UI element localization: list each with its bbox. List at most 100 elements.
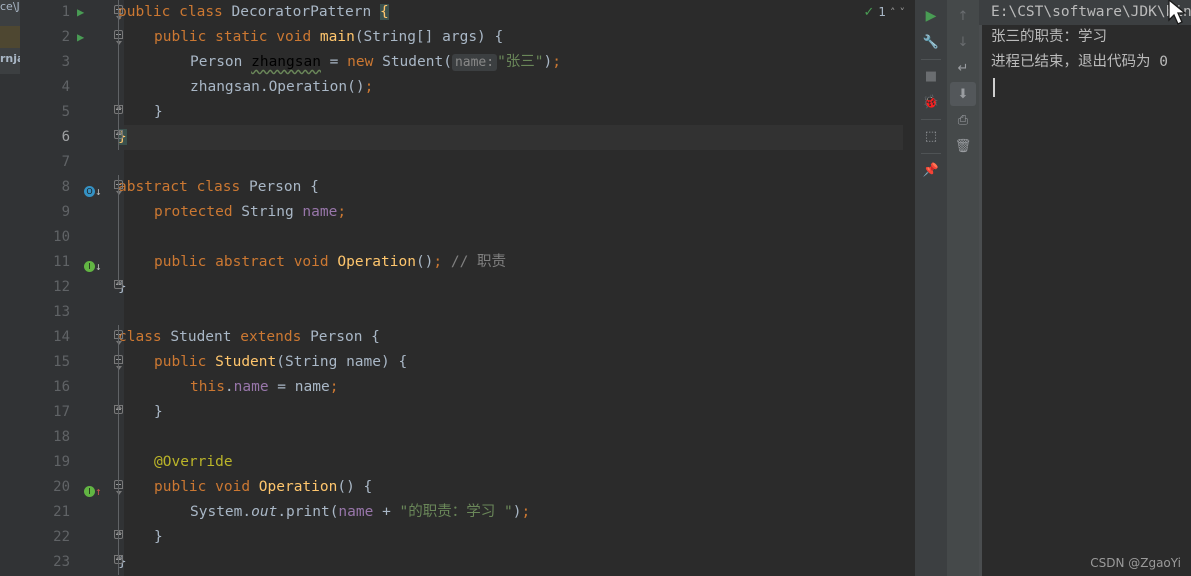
chevron-up-icon[interactable]: ˄ bbox=[890, 6, 896, 19]
code-token: abstract bbox=[118, 179, 188, 195]
line-number: 19 bbox=[53, 454, 70, 470]
line-number: 23 bbox=[53, 554, 70, 570]
code-token: out bbox=[251, 504, 278, 520]
code-line[interactable]: zhangsan.Operation(); bbox=[190, 75, 373, 100]
implemented-by-icon[interactable]: O ↓ bbox=[84, 175, 106, 200]
code-token: () { bbox=[337, 479, 373, 495]
line-number: 10 bbox=[53, 229, 70, 245]
run-gutter-icon[interactable]: ▶ bbox=[77, 0, 91, 25]
run-gutter-icon[interactable]: ▶ bbox=[77, 25, 91, 50]
code-token: Operation bbox=[337, 254, 416, 270]
code-token: extends bbox=[240, 329, 302, 345]
scroll-up-button[interactable]: ↑ bbox=[950, 4, 976, 28]
line-number: 17 bbox=[53, 404, 70, 420]
code-line[interactable]: System.out.print(name + "的职责：学习 "); bbox=[190, 500, 530, 525]
line-number: 2 bbox=[61, 29, 70, 45]
code-token: System. bbox=[190, 504, 252, 520]
line-number: 18 bbox=[53, 429, 70, 445]
code-line[interactable]: @Override bbox=[154, 450, 233, 475]
code-line[interactable]: public abstract void Operation(); // 职责 bbox=[154, 250, 506, 275]
code-token: Person bbox=[190, 54, 252, 70]
line-number: 22 bbox=[53, 529, 70, 545]
line-number: 12 bbox=[53, 279, 70, 295]
code-token: public bbox=[154, 29, 207, 45]
console-splitter[interactable] bbox=[979, 0, 982, 576]
idea-window: ce\J rnjav public class DecoratorPattern… bbox=[0, 0, 1191, 576]
code-text-area[interactable]: public class DecoratorPattern {public st… bbox=[112, 0, 915, 576]
soft-wrap-button[interactable]: ↵ bbox=[950, 56, 976, 80]
code-token: Student( bbox=[373, 54, 452, 70]
line-number: 4 bbox=[61, 79, 70, 95]
fold-connector-line bbox=[118, 175, 119, 285]
marker-arrow-icon: ↓ bbox=[95, 185, 102, 198]
console-output-line: 张三的职责：学习 bbox=[991, 29, 1107, 45]
console-output-line: 进程已结束，退出代码为 0 bbox=[991, 54, 1168, 70]
code-token: ; bbox=[337, 204, 347, 220]
code-token: name bbox=[338, 504, 374, 520]
code-line[interactable]: } bbox=[154, 400, 163, 425]
project-selected-row[interactable] bbox=[0, 26, 20, 48]
code-token: zhangsan.Operation() bbox=[190, 79, 365, 95]
project-file-fragment[interactable]: rnjav bbox=[0, 52, 20, 66]
code-line[interactable]: public class DecoratorPattern { bbox=[118, 0, 389, 25]
run-console[interactable]: E:\CST\software\JDK\bin\j 张三的职责：学习 进程已结束… bbox=[979, 0, 1191, 576]
code-editor[interactable]: public class DecoratorPattern {public st… bbox=[20, 0, 915, 576]
scroll-to-end-button[interactable]: ⬇ bbox=[950, 82, 976, 106]
code-line[interactable]: class Student extends Person { bbox=[118, 325, 380, 350]
code-token: name bbox=[233, 379, 269, 395]
pin-tab-button[interactable]: 📌 bbox=[918, 158, 944, 182]
code-token: String bbox=[232, 204, 303, 220]
scroll-down-button[interactable]: ↓ bbox=[950, 30, 976, 54]
line-number: 11 bbox=[53, 254, 70, 270]
line-number: 14 bbox=[53, 329, 70, 345]
run-toolbar-primary[interactable]: ▶ 🔧 ■ 🐞 ⬚ 📌 bbox=[915, 0, 947, 576]
code-token: name bbox=[302, 204, 338, 220]
settings-wrench-icon[interactable]: 🔧 bbox=[918, 30, 944, 54]
console-command-line: E:\CST\software\JDK\bin\j bbox=[979, 0, 1191, 25]
code-line[interactable]: public static void main(String[] args) { bbox=[154, 25, 503, 50]
run-toolbar-secondary[interactable]: ↑ ↓ ↵ ⬇ ⎙ 🗑 bbox=[947, 0, 979, 576]
chevron-down-icon[interactable]: ˅ bbox=[900, 6, 906, 19]
print-button[interactable]: ⎙ bbox=[950, 108, 976, 132]
code-token: ; bbox=[552, 54, 562, 70]
line-number: 8 bbox=[61, 179, 70, 195]
code-token: public bbox=[154, 354, 207, 370]
rerun-button[interactable]: ▶ bbox=[918, 4, 944, 28]
code-token: public bbox=[154, 479, 207, 495]
project-panel-body bbox=[0, 74, 20, 576]
code-token: } bbox=[154, 529, 163, 545]
implementing-method-icon[interactable]: I ↑ bbox=[84, 475, 106, 500]
code-line[interactable]: public Student(String name) { bbox=[154, 350, 407, 375]
code-token: new bbox=[347, 54, 374, 70]
code-token: . bbox=[224, 379, 234, 395]
fold-connector-line bbox=[118, 0, 119, 150]
code-token: this bbox=[190, 379, 225, 395]
code-token: Student bbox=[161, 329, 241, 345]
code-token: = bbox=[320, 54, 348, 70]
code-line[interactable]: public void Operation() { bbox=[154, 475, 372, 500]
fold-connector-line bbox=[118, 325, 119, 575]
code-line[interactable]: Person zhangsan = new Student(name: "张三")… bbox=[190, 50, 561, 75]
stop-button[interactable]: ■ bbox=[918, 64, 944, 88]
inspection-widget[interactable]: ✓ 1 ˄ ˅ bbox=[863, 2, 905, 22]
code-token: } bbox=[154, 404, 163, 420]
debug-button[interactable]: 🐞 bbox=[918, 90, 944, 114]
marker-dot-icon: I bbox=[84, 486, 95, 497]
code-token: class bbox=[179, 4, 223, 20]
code-line[interactable]: } bbox=[154, 525, 163, 550]
editor-scrollbar[interactable] bbox=[903, 0, 915, 576]
code-token: name: bbox=[451, 54, 498, 71]
project-panel-edge[interactable]: ce\J rnjav bbox=[0, 0, 20, 576]
code-line[interactable]: protected String name; bbox=[154, 200, 346, 225]
code-line[interactable]: } bbox=[154, 100, 163, 125]
layout-button[interactable]: ⬚ bbox=[918, 124, 944, 148]
code-line[interactable]: this.name = name; bbox=[190, 375, 338, 400]
code-token: zhangsan bbox=[251, 54, 321, 70]
implemented-by-icon[interactable]: I ↓ bbox=[84, 250, 106, 275]
clear-all-button[interactable]: 🗑 bbox=[950, 134, 976, 158]
code-line[interactable]: abstract class Person { bbox=[118, 175, 319, 200]
